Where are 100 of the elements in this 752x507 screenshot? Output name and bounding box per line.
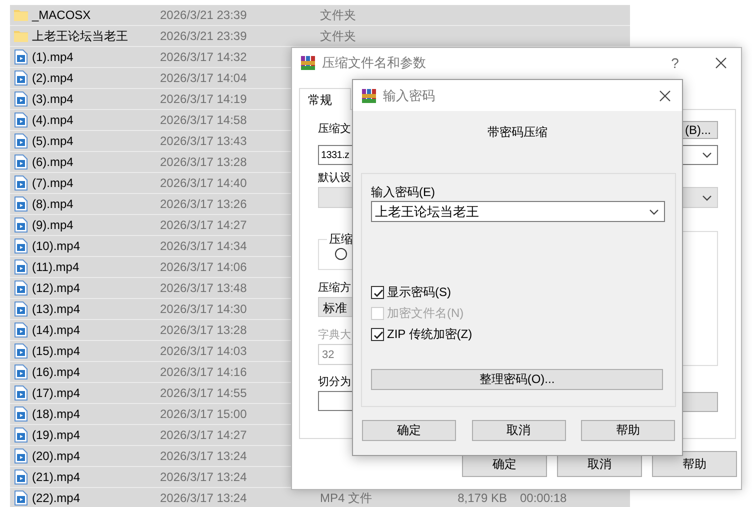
file-name[interactable]: (4).mp4 [32, 113, 74, 127]
file-name[interactable]: (12).mp4 [32, 281, 80, 295]
file-name[interactable]: (22).mp4 [32, 491, 80, 505]
file-date: 2026/3/17 13:28 [160, 323, 247, 337]
file-date: 2026/3/17 14:55 [160, 386, 247, 400]
file-date: 2026/3/17 13:48 [160, 281, 247, 295]
file-name[interactable]: (16).mp4 [32, 365, 80, 379]
dialog-heading: 带密码压缩 [486, 124, 548, 139]
file-date: 2026/3/17 13:28 [160, 155, 247, 169]
file-name[interactable]: (9).mp4 [32, 218, 74, 232]
video-file-icon [13, 154, 29, 170]
tab[interactable]: 常规 [299, 88, 351, 110]
video-file-icon [13, 364, 29, 380]
file-name[interactable]: (11).mp4 [32, 260, 80, 274]
field-label: 默认设 [318, 171, 351, 186]
video-file-icon [13, 238, 29, 254]
file-name[interactable]: (10).mp4 [32, 239, 80, 253]
file-date: 2026/3/17 13:24 [160, 449, 247, 463]
file-size: 8,179 KB [456, 491, 507, 505]
file-name[interactable]: (8).mp4 [32, 197, 74, 211]
file-name[interactable]: (13).mp4 [32, 302, 80, 316]
folder-icon [13, 7, 29, 23]
file-date: 2026/3/17 15:00 [160, 407, 247, 421]
video-file-icon [13, 217, 29, 233]
video-file-icon [13, 385, 29, 401]
field-label: 压缩方 [318, 280, 351, 296]
file-name[interactable]: (21).mp4 [32, 470, 80, 484]
help-button[interactable]: ? [655, 55, 695, 71]
checkbox-label: 显示密码(S) [387, 284, 451, 301]
file-date: 2026/3/17 14:40 [160, 176, 247, 190]
video-file-icon [13, 196, 29, 212]
file-name[interactable]: (14).mp4 [32, 323, 80, 337]
file-date: 2026/3/17 14:30 [160, 302, 247, 316]
file-date: 2026/3/17 13:24 [160, 470, 247, 484]
video-file-icon [13, 301, 29, 317]
file-type: 文件夹 [320, 28, 356, 42]
file-date: 2026/3/21 23:39 [160, 8, 247, 22]
file-type: MP4 文件 [320, 490, 372, 504]
video-file-icon [13, 133, 29, 149]
checkbox-label: ZIP 传统加密(Z) [387, 326, 472, 343]
video-file-icon [13, 175, 29, 191]
password-field[interactable]: 上老王论坛当老王 [371, 201, 665, 222]
field-value: 上老王论坛当老王 [375, 202, 479, 220]
video-file-icon [13, 490, 29, 506]
group-label: 压缩 [328, 231, 354, 248]
file-date: 2026/3/17 14:58 [160, 113, 247, 127]
file-date: 2026/3/17 14:32 [160, 50, 247, 64]
video-file-icon [13, 49, 29, 65]
radio-button[interactable] [335, 248, 347, 260]
file-date: 2026/3/17 13:24 [160, 491, 247, 505]
file-date: 2026/3/17 14:19 [160, 92, 247, 106]
file-name[interactable]: (20).mp4 [32, 449, 80, 463]
folder-icon [13, 28, 29, 44]
close-icon [659, 90, 671, 102]
field-label: 输入密码(E) [371, 184, 436, 201]
window-title: 压缩文件名和参数 [322, 54, 427, 72]
file-date: 2026/3/21 23:39 [160, 29, 247, 43]
file-name[interactable]: (15).mp4 [32, 344, 80, 358]
dialog-button[interactable]: 取消 [472, 420, 566, 441]
close-icon [715, 57, 727, 69]
file-date: 2026/3/17 14:04 [160, 71, 247, 85]
file-date: 2026/3/17 13:43 [160, 134, 247, 148]
file-duration: 00:00:18 [520, 491, 567, 505]
archive-icon [361, 88, 377, 104]
dialog-button[interactable]: 帮助 [581, 420, 675, 441]
video-file-icon [13, 259, 29, 275]
video-file-icon [13, 448, 29, 464]
field-label: 字典大 [318, 328, 351, 343]
file-date: 2026/3/17 13:26 [160, 197, 247, 211]
file-name[interactable]: _MACOSX [32, 8, 91, 22]
checkbox[interactable] [371, 286, 384, 299]
video-file-icon [13, 280, 29, 296]
file-type: 文件夹 [320, 8, 356, 22]
file-name[interactable]: (18).mp4 [32, 407, 80, 421]
checkbox[interactable] [371, 328, 384, 341]
video-file-icon [13, 427, 29, 443]
video-file-icon [13, 70, 29, 86]
dialog-button[interactable]: 确定 [362, 420, 456, 441]
video-file-icon [13, 406, 29, 422]
window-title: 输入密码 [383, 86, 436, 104]
file-date: 2026/3/17 14:16 [160, 365, 247, 379]
archive-icon [300, 55, 316, 71]
video-file-icon [13, 469, 29, 485]
file-date: 2026/3/17 14:06 [160, 260, 247, 274]
file-name[interactable]: (2).mp4 [32, 71, 74, 85]
video-file-icon [13, 91, 29, 107]
file-name[interactable]: 上老王论坛当老王 [32, 28, 128, 42]
file-name[interactable]: (17).mp4 [32, 386, 80, 400]
file-name[interactable]: (7).mp4 [32, 176, 74, 190]
file-name[interactable]: (3).mp4 [32, 92, 74, 106]
field-label: 切分为 [318, 375, 351, 390]
field-label: 压缩文 [318, 122, 351, 137]
checkbox-label: 加密文件名(N) [387, 305, 464, 322]
file-date: 2026/3/17 14:03 [160, 344, 247, 358]
file-name[interactable]: (5).mp4 [32, 134, 74, 148]
file-name[interactable]: (1).mp4 [32, 50, 74, 64]
dialog-button[interactable]: 帮助 [652, 451, 737, 477]
file-name[interactable]: (6).mp4 [32, 155, 74, 169]
manage-passwords-button[interactable]: 整理密码(O)... [371, 369, 663, 390]
file-name[interactable]: (19).mp4 [32, 428, 80, 442]
